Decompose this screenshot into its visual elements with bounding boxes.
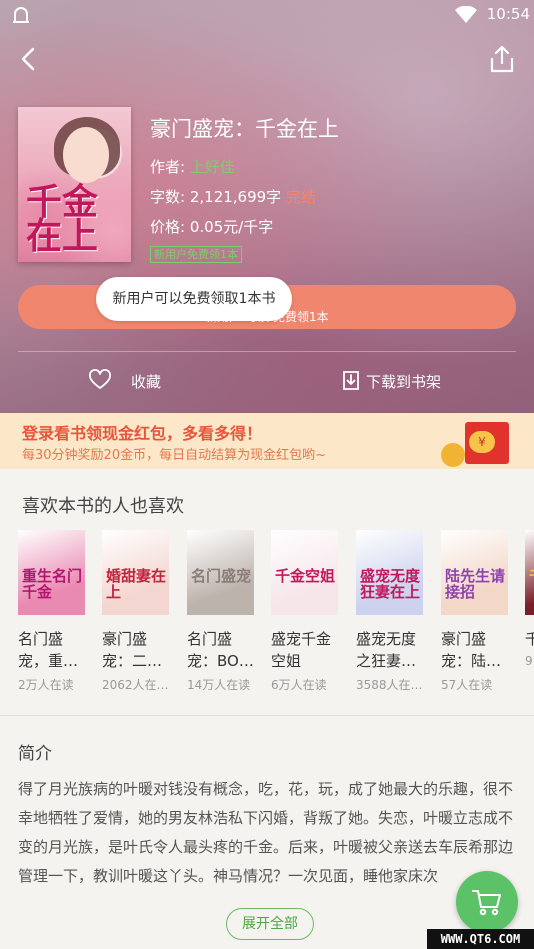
book-card-name: 豪门盛宠：陆… [441,630,502,670]
book-card-cover: 千 [525,530,534,615]
banner-title: 登录看书领现金红包，多看多得！ [22,424,263,443]
download-to-shelf-button[interactable]: 下载到书架 [366,371,441,392]
banner-subtitle: 每30分钟奖励20金币，每日自动结算为现金红包哟~ [22,448,326,463]
new-user-promo-tag: 新用户免费领1本 [150,246,242,263]
word-count-line: 字数: 2,121,699字 完结 [150,186,316,207]
also-like-title: 喜欢本书的人也喜欢 [22,496,184,517]
book-card-cover-text: 婚甜妻在上 [106,567,167,601]
share-icon[interactable] [488,44,516,74]
author-label: 作者: [150,158,186,176]
also-like-list: 重生名门千金 名门盛宠，重… 2万人在读 婚甜妻在上 豪门盛宠：二… 2062人… [0,530,534,700]
divider [18,351,516,352]
cover-face-art [63,127,109,183]
word-count-label: 字数: [150,188,186,206]
book-card-readers: 2062人在… [102,678,169,692]
book-title: 豪门盛宠：千金在上 [150,117,339,141]
cart-button[interactable] [456,871,518,933]
android-notification-icon [13,7,29,23]
book-card[interactable]: 盛宠无度狂妻在上 盛宠无度之狂妻… 3588人在… [356,530,426,693]
book-card[interactable]: 千 千杭 9… [525,530,534,668]
book-card-name: 盛宠千金空姐 [271,630,332,670]
author-link[interactable]: 上好佳 [190,158,235,176]
intro-title: 简介 [18,744,52,764]
book-card[interactable]: 陆先生请接招 豪门盛宠：陆… 57人在读 [441,530,511,693]
book-card-cover-text: 千金空姐 [275,567,336,585]
book-card-name: 名门盛宠，重… [18,630,79,670]
book-card-readers: 9… [525,654,534,668]
book-header: 10:54 千金在上 豪门盛宠：千金在上 作者: 上好佳 字数: 2,121,6… [0,0,534,413]
status-bar: 10:54 [0,0,534,30]
book-card-name: 名门盛宠：BO… [187,630,254,670]
shopping-cart-icon [472,890,501,916]
wifi-icon [455,6,477,23]
book-card-cover-text: 名门盛宠 [191,567,252,585]
book-card-name: 千杭 [525,630,534,648]
section-divider [0,715,534,716]
back-arrow-icon[interactable] [14,44,44,74]
expand-all-button[interactable]: 展开全部 [226,908,314,940]
book-cover: 千金在上 [18,107,131,262]
book-card-cover: 盛宠无度狂妻在上 [356,530,423,615]
download-icon[interactable] [341,369,361,391]
price: 0.05元/千字 [189,218,274,236]
book-card-cover: 重生名门千金 [18,530,85,615]
gold-coin-icon [441,443,465,467]
favorite-button[interactable]: 收藏 [131,371,161,392]
book-card-cover: 陆先生请接招 [441,530,508,615]
new-user-tooltip: 新用户可以免费领取1本书 [96,277,292,321]
book-card-cover: 名门盛宠 [187,530,254,615]
author-line: 作者: 上好佳 [150,156,235,177]
book-card-readers: 14万人在读 [187,678,251,692]
book-card-name: 盛宠无度之狂妻… [356,630,417,670]
book-card-readers: 57人在读 [441,678,493,692]
book-card[interactable]: 婚甜妻在上 豪门盛宠：二… 2062人在… [102,530,172,693]
book-card-cover-text: 千 [529,568,534,584]
book-card[interactable]: 重生名门千金 名门盛宠，重… 2万人在读 [18,530,88,693]
status-time: 10:54 [486,5,530,23]
book-card-readers: 3588人在… [356,678,423,692]
completion-status: 完结 [285,188,316,206]
book-card-readers: 6万人在读 [271,678,327,692]
book-card-cover-text: 陆先生请接招 [445,567,506,601]
heart-icon[interactable] [89,369,111,391]
book-card[interactable]: 千金空姐 盛宠千金空姐 6万人在读 [271,530,341,693]
site-watermark: WWW.QT6.COM [427,929,534,949]
word-count: 2,121,699字 [189,188,282,206]
book-card-cover: 千金空姐 [271,530,338,615]
cover-title-text: 千金在上 [26,181,99,257]
book-card-cover-text: 盛宠无度狂妻在上 [360,567,421,601]
price-label: 价格: [150,218,186,236]
book-card-cover-text: 重生名门千金 [22,567,83,601]
price-line: 价格: 0.05元/千字 [150,216,273,237]
red-packet-seal: ¥ [469,431,495,453]
intro-text: 得了月光族病的叶暖对钱没有概念，吃，花，玩，成了她最大的乐趣，很不幸地牺牲了爱情… [18,780,514,885]
book-card-name: 豪门盛宠：二… [102,630,163,670]
book-card-readers: 2万人在读 [18,678,74,692]
book-card-cover: 婚甜妻在上 [102,530,169,615]
book-card[interactable]: 名门盛宠 名门盛宠：BO… 14万人在读 [187,530,257,693]
